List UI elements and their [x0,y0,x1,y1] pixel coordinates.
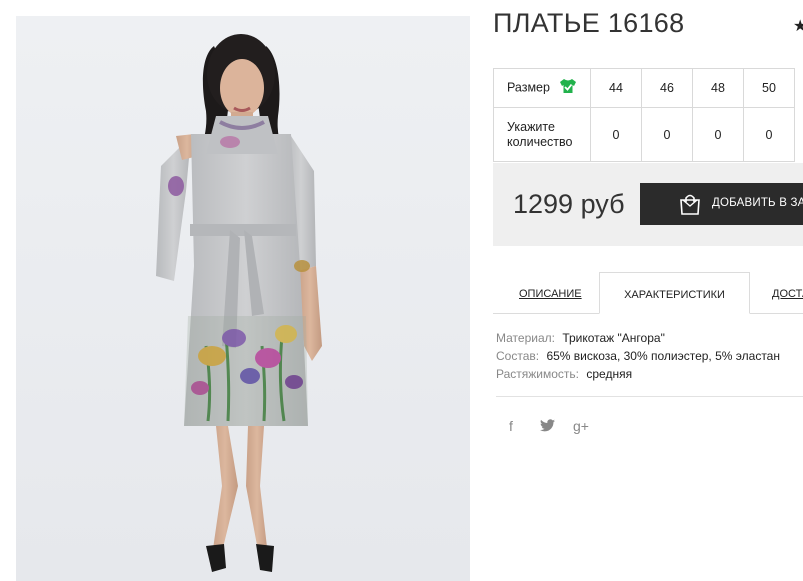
shopping-bag-icon [678,192,702,219]
size-label-cell: Размер [493,68,591,108]
size-46: 46 [641,68,693,108]
spec-key: Растяжимость: [496,367,580,381]
spec-key: Состав: [496,349,540,363]
price-box: 1299 руб ДОБАВИТЬ В ЗАКАЗ [493,163,803,246]
size-44: 44 [590,68,642,108]
spec-key: Материал: [496,331,555,345]
favorite-star-icon[interactable]: ★ [793,16,803,36]
section-divider [496,396,803,397]
google-plus-icon[interactable]: g+ [573,418,589,434]
size-chart-shirt-icon[interactable] [559,78,577,98]
size-48: 48 [692,68,744,108]
quantity-label-line1: Укажите [507,119,555,134]
twitter-icon[interactable] [540,419,555,435]
tab-characteristics[interactable]: ХАРАКТЕРИСТИКИ [599,272,750,314]
quantity-input-46[interactable]: 0 [641,107,693,162]
dress-model-illustration [16,16,470,581]
quantity-row: Укажите количество 0 0 0 0 [493,107,795,162]
quantity-input-44[interactable]: 0 [590,107,642,162]
spec-value: Трикотаж "Ангора" [562,331,665,345]
quantity-input-50[interactable]: 0 [743,107,795,162]
size-label: Размер [507,80,550,95]
product-photo[interactable] [16,16,470,581]
add-to-cart-label: ДОБАВИТЬ В ЗАКАЗ [712,197,803,209]
facebook-icon[interactable]: f [509,418,513,434]
quantity-label-cell: Укажите количество [493,107,591,162]
product-tabs: ОПИСАНИЕ ХАРАКТЕРИСТИКИ ДОСТАВКА [493,272,803,314]
product-title: ПЛАТЬЕ 16168 [493,8,685,38]
product-price: 1299 руб [513,189,625,219]
spec-value: средняя [586,367,633,381]
spec-composition: Состав: 65% вискоза, 30% полиэстер, 5% э… [496,347,780,365]
tab-delivery[interactable]: ДОСТАВКА [772,272,803,314]
characteristics-list: Материал: Трикотаж "Ангора" Состав: 65% … [496,329,780,383]
spec-stretch: Растяжимость: средняя [496,365,780,383]
size-quantity-table: Размер 44 46 48 50 Укажите количество 0 … [493,68,795,162]
size-50: 50 [743,68,795,108]
quantity-input-48[interactable]: 0 [692,107,744,162]
spec-material: Материал: Трикотаж "Ангора" [496,329,780,347]
tab-description[interactable]: ОПИСАНИЕ [519,272,582,314]
quantity-label-line2: количество [507,134,573,149]
size-row: Размер 44 46 48 50 [493,68,795,108]
spec-value: 65% вискоза, 30% полиэстер, 5% эластан [546,349,780,363]
add-to-cart-button[interactable]: ДОБАВИТЬ В ЗАКАЗ [640,183,803,225]
